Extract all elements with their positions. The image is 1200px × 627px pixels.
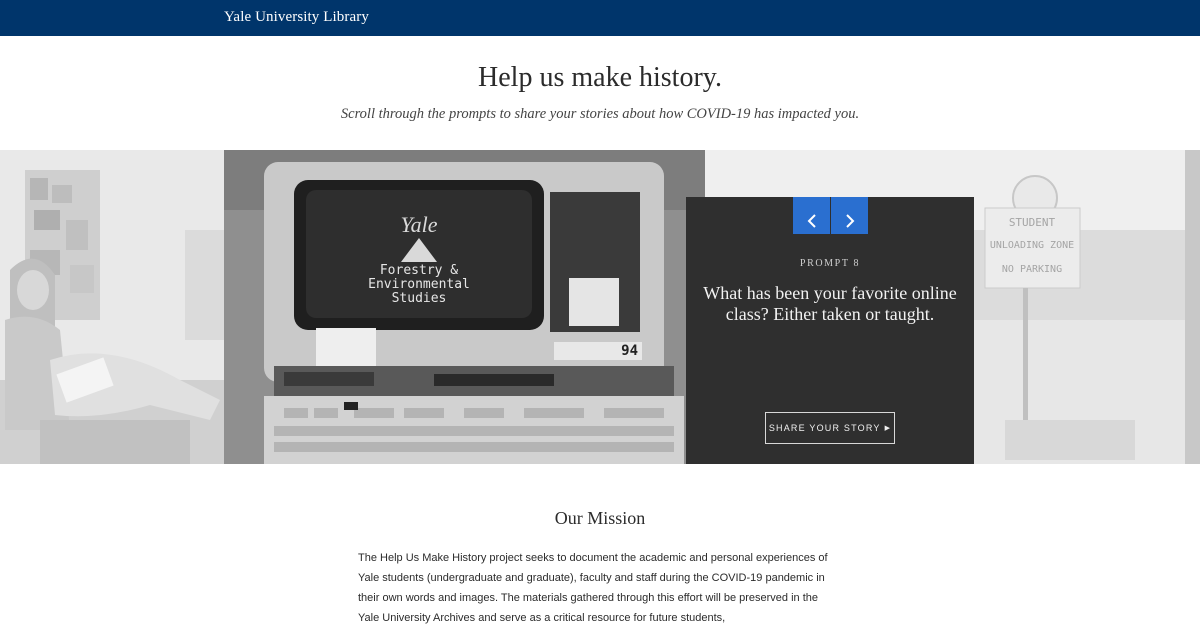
brand-link[interactable]: Yale University Library: [224, 9, 369, 26]
screen-line-2: Environmental: [368, 277, 470, 292]
screen-line-3: Studies: [392, 291, 447, 306]
prompt-number: PROMPT 8: [799, 258, 861, 269]
mission-heading: Our Mission: [554, 508, 646, 528]
next-prompt-button[interactable]: [831, 197, 868, 234]
page-title: Help us make history.: [478, 62, 722, 93]
mission-body: The Help Us Make History project seeks t…: [358, 552, 828, 624]
site-header: Yale University Library: [0, 0, 1200, 36]
chevron-right-icon: [845, 214, 854, 228]
previous-prompt-button[interactable]: [793, 197, 830, 234]
prompt-question: What has been your favorite online class…: [703, 283, 957, 324]
triangle-right-icon: ▶: [884, 425, 892, 432]
screen-line-1: Forestry &: [380, 263, 458, 278]
computer-terminal-photo: Yale Forestry & Environmental Studies 94: [224, 150, 705, 464]
screen-logo: Yale: [400, 212, 437, 237]
prompt-carousel: Yale Forestry & Environmental Studies 94: [0, 150, 1200, 464]
photo-fade-left: [0, 150, 224, 464]
page-subtitle: Scroll through the prompts to share your…: [340, 106, 860, 122]
prompt-card: PROMPT 8 What has been your favorite onl…: [686, 197, 974, 464]
terminal-number: 94: [621, 343, 638, 359]
share-button-label: SHARE YOUR STORY: [768, 423, 881, 433]
share-your-story-button[interactable]: SHARE YOUR STORY ▶: [765, 412, 895, 444]
chevron-left-icon: [807, 214, 816, 228]
